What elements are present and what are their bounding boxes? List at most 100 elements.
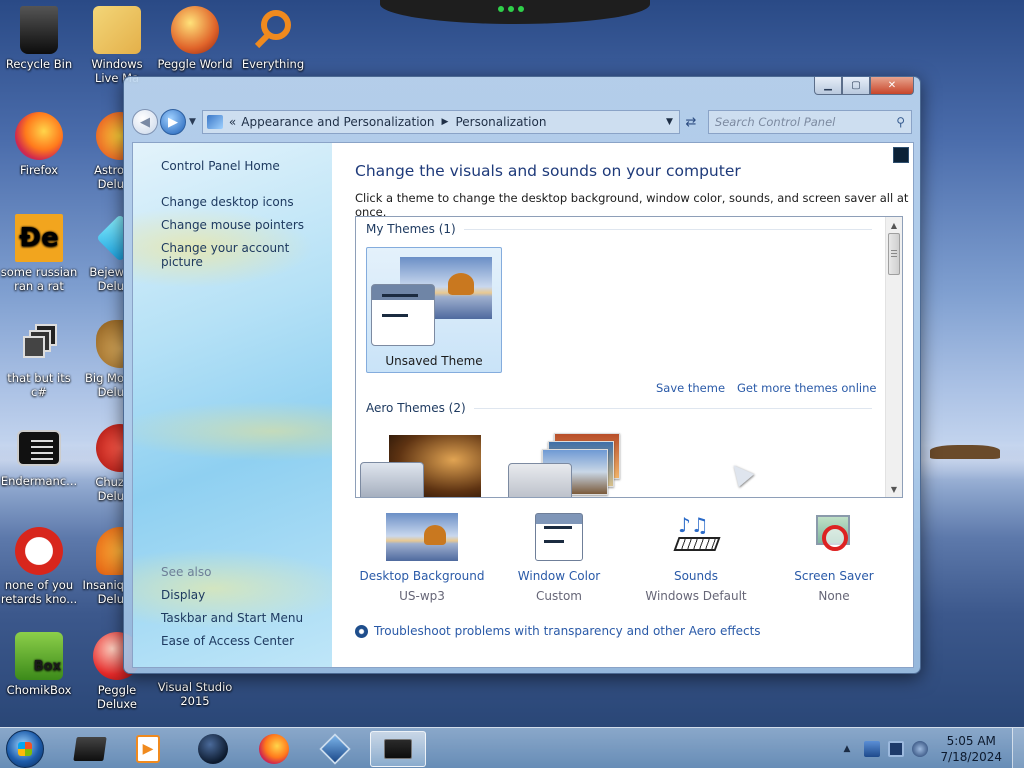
sounds-icon: ♪♫ [670,513,722,561]
address-dropdown-icon[interactable]: ▼ [666,117,673,127]
desktop-icon-de[interactable]: Đe some russian ran a rat [0,214,78,293]
desktop-icon-visual-studio[interactable]: Visual Studio 2015 [156,680,234,708]
see-also-heading: See also [161,565,212,579]
setting-title: Sounds [673,569,719,583]
show-hidden-icons-icon[interactable]: ▲ [844,744,851,754]
wallpaper-rocks [930,445,1000,459]
desktop-icon-label: Everything [241,57,305,71]
search-icon [249,6,297,54]
network-icon[interactable] [864,740,881,757]
theme-tile-aero-2[interactable] [508,433,630,497]
recent-pages-dropdown[interactable]: ▼ [189,117,196,127]
troubleshoot-aero-link[interactable]: Troubleshoot problems with transparency … [374,624,761,638]
navigation-bar: ◀ ▶ ▼ « Appearance and Personalization ▶… [132,107,912,137]
taskbar-firefox-button[interactable] [246,731,302,767]
scroll-up-icon[interactable]: ▲ [886,217,902,233]
red-bird-icon [96,424,124,472]
desktop-icon-label: ChomikBox [6,683,72,697]
theme-tile-aero-1[interactable] [360,435,481,497]
taskbar-virtualbox-button[interactable] [307,731,363,767]
main-pane: Change the visuals and sounds on your co… [332,143,913,667]
troubleshoot-row: Troubleshoot problems with transparency … [355,624,761,638]
change-desktop-icons-link[interactable]: Change desktop icons [161,195,294,209]
desktop-background-icon [386,513,458,561]
maximize-button[interactable]: ▢ [842,77,870,95]
desktop-icon-endermanch[interactable]: Endermanc... [0,424,78,488]
help-icon[interactable] [893,147,909,163]
desktop-icon-big-money[interactable]: Big Mo Delu [78,320,124,399]
refresh-button[interactable]: ⇄ [680,110,702,134]
desktop-icon-chomikbox[interactable]: Box ChomikBox [0,632,78,697]
back-button[interactable]: ◀ [132,109,158,135]
search-box[interactable]: ⚲ [707,110,912,134]
taskbar-obs-button[interactable] [185,731,241,767]
address-bar[interactable]: « Appearance and Personalization ▶ Perso… [201,110,680,134]
desktop-icon-label: Peggle World [157,57,233,71]
desktop-icon-astro[interactable]: Astro Delu [78,112,124,191]
theme-window-color-preview [371,284,435,346]
forward-button[interactable]: ▶ [160,109,186,135]
theme-window-color-preview [360,462,424,497]
clock-time: 5:05 AM [946,733,996,748]
content-area: Control Panel Home Change desktop icons … [132,142,914,668]
taskbar-control-panel-button[interactable] [370,731,426,767]
setting-value: None [818,589,850,603]
desktop-icon-bejeweled[interactable]: Bejew Delu [78,214,124,293]
peggle-icon [171,6,219,54]
display-link[interactable]: Display [161,588,205,602]
breadcrumb-item-appearance[interactable]: Appearance and Personalization [241,115,434,129]
control-panel-home-link[interactable]: Control Panel Home [161,159,280,173]
search-input[interactable] [714,115,897,129]
dino-icon [15,527,63,575]
troubleshoot-icon [355,624,368,638]
theme-list[interactable]: My Themes (1) Unsaved Theme Save theme G… [355,216,903,498]
setting-title: Desktop Background [359,569,485,583]
desktop-icon-chuzzle[interactable]: Chuz Delu [78,424,124,503]
volume-icon[interactable] [912,740,929,757]
theme-list-scrollbar[interactable]: ▲ ▼ [885,217,902,497]
show-desktop-button[interactable] [1012,728,1024,768]
minimize-button[interactable]: ▁ [814,77,842,95]
breadcrumb-separator-icon[interactable]: ▶ [442,117,449,127]
desktop-icon-everything[interactable]: Everything [234,6,312,71]
get-more-themes-link[interactable]: Get more themes online [737,381,876,395]
my-themes-header-label: My Themes (1) [366,222,456,236]
window-color-setting[interactable]: Window Color Custom [489,513,629,603]
clock[interactable]: 5:05 AM 7/18/2024 [940,733,1002,765]
desktop-icon-peggle-world[interactable]: Peggle World [156,6,234,71]
breadcrumb-item-personalization[interactable]: Personalization [455,115,546,129]
theme-tile-label: Unsaved Theme [385,354,483,368]
fish-icon [96,527,124,575]
aero-themes-header-label: Aero Themes (2) [366,401,466,415]
start-button[interactable] [6,730,44,768]
desktop-background-setting[interactable]: Desktop Background US-wp3 [352,513,492,603]
console-icon [17,430,61,466]
taskbar-media-player-button[interactable]: ▶ [120,731,176,767]
desktop-icon-that-but-its-csharp[interactable]: that but its c# [0,320,78,399]
scroll-thumb[interactable] [888,233,900,275]
sounds-setting[interactable]: ♪♫ Sounds Windows Default [626,513,766,603]
change-mouse-pointers-link[interactable]: Change mouse pointers [161,218,304,232]
desktop-icon-dino[interactable]: none of you retards kno... [0,527,78,606]
save-theme-link[interactable]: Save theme [656,381,725,395]
taskbar-terminal-button[interactable] [62,731,118,767]
desktop-icon-firefox[interactable]: Firefox [0,112,78,177]
astro-icon [96,112,124,160]
scroll-down-icon[interactable]: ▼ [886,481,902,497]
desktop-icon-label: Recycle Bin [5,57,73,71]
personalization-window[interactable]: ▁ ▢ ✕ ◀ ▶ ▼ « Appearance and Personaliza… [123,76,921,674]
theme-tile-unsaved[interactable]: Unsaved Theme [366,247,502,373]
search-icon[interactable]: ⚲ [896,115,905,129]
desktop-icon-windows-live-mail[interactable]: Windows Live Ma [78,6,156,85]
breadcrumb-overflow[interactable]: « [229,115,236,129]
my-themes-header: My Themes (1) [366,222,872,236]
screen-saver-setting[interactable]: Screen Saver None [764,513,904,603]
desktop-icon-insaniquarium[interactable]: Insaniq Delu [78,527,124,606]
close-button[interactable]: ✕ [870,77,914,95]
desktop-icon-recycle-bin[interactable]: Recycle Bin [0,6,78,71]
ease-of-access-link[interactable]: Ease of Access Center [161,634,294,648]
recycle-bin-icon [20,6,58,54]
taskbar-start-menu-link[interactable]: Taskbar and Start Menu [161,611,303,625]
display-icon[interactable] [888,740,905,757]
change-account-picture-link[interactable]: Change your account picture [161,241,332,269]
